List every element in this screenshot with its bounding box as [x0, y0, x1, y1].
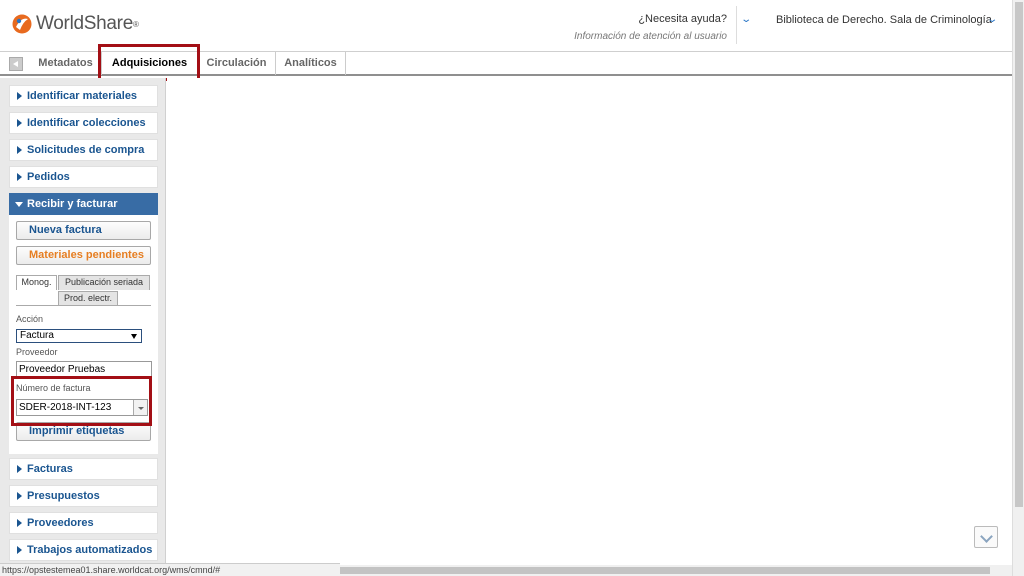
invoice-number-value: SDER-2018-INT-123 [19, 402, 112, 413]
subtab-monog[interactable]: Monog. [16, 275, 57, 290]
invoice-number-label: Número de factura [16, 383, 91, 393]
sidebar-item-recibir-facturar[interactable]: Recibir y facturar [9, 193, 158, 215]
vendor-input[interactable]: Proveedor Pruebas [16, 361, 152, 377]
subtab-prod-electr[interactable]: Prod. electr. [58, 291, 118, 306]
print-labels-button[interactable]: Imprimir etiquetas [16, 422, 151, 441]
subtab-publicacion-seriada[interactable]: Publicación seriada [58, 275, 150, 290]
pending-items-button[interactable]: Materiales pendientes [16, 246, 151, 265]
tab-circulacion[interactable]: Circulación [198, 52, 276, 75]
combo-chevron-down-icon[interactable] [133, 400, 147, 415]
horizontal-scroll-thumb[interactable] [340, 567, 990, 574]
status-url: https://opstestemea01.share.worldcat.org… [0, 563, 340, 576]
sidebar-item-trabajos-automatizados[interactable]: Trabajos automatizados [9, 539, 158, 561]
help-chevron-down-icon[interactable]: ⌄ [740, 14, 752, 25]
invoice-number-combo[interactable]: SDER-2018-INT-123 [16, 399, 148, 416]
main-content [167, 78, 1012, 564]
tab-metadatos[interactable]: Metadatos [30, 52, 102, 75]
sidebar-item-facturas[interactable]: Facturas [9, 458, 158, 480]
sidebar-item-pedidos[interactable]: Pedidos [9, 166, 158, 188]
vertical-scroll-thumb[interactable] [1015, 2, 1023, 507]
new-invoice-button[interactable]: Nueva factura [16, 221, 151, 240]
worldshare-logo-icon [12, 14, 32, 34]
library-chevron-down-icon[interactable]: ⌄ [986, 14, 998, 25]
logo-text: WorldShare [36, 13, 133, 34]
tab-analiticos[interactable]: Analíticos [276, 52, 346, 75]
app-header: WorldShare ® ¿Necesita ayuda? Información… [0, 0, 1012, 52]
sidebar-item-presupuestos[interactable]: Presupuestos [9, 485, 158, 507]
sidebar-item-solicitudes-compra[interactable]: Solicitudes de compra [9, 139, 158, 161]
sidebar-item-identificar-colecciones[interactable]: Identificar colecciones [9, 112, 158, 134]
help-subtitle: Información de atención al usuario [574, 31, 727, 42]
scroll-down-icon[interactable] [974, 526, 998, 548]
vendor-label: Proveedor [16, 347, 58, 357]
tab-adquisiciones[interactable]: Adquisiciones [102, 52, 198, 75]
worldshare-logo[interactable]: WorldShare ® [12, 13, 139, 35]
registered-mark: ® [132, 19, 139, 29]
sidebar-item-identificar-materiales[interactable]: Identificar materiales [9, 85, 158, 107]
vertical-scrollbar[interactable] [1012, 0, 1024, 576]
header-divider [736, 6, 737, 44]
collapse-sidebar-icon[interactable] [9, 57, 23, 71]
library-name[interactable]: Biblioteca de Derecho. Sala de Criminolo… [776, 14, 992, 26]
subtab-underline [16, 305, 151, 306]
horizontal-scrollbar[interactable] [340, 565, 1012, 576]
action-label: Acción [16, 314, 44, 324]
help-title: ¿Necesita ayuda? [638, 13, 727, 25]
help-block[interactable]: ¿Necesita ayuda? Información de atención… [574, 13, 727, 42]
receive-invoice-panel: Nueva factura Materiales pendientes Mono… [9, 215, 158, 454]
sidebar-item-proveedores[interactable]: Proveedores [9, 512, 158, 534]
action-select[interactable]: Factura [16, 329, 142, 343]
module-tabbar: Metadatos Adquisiciones Circulación Anal… [0, 52, 1012, 76]
